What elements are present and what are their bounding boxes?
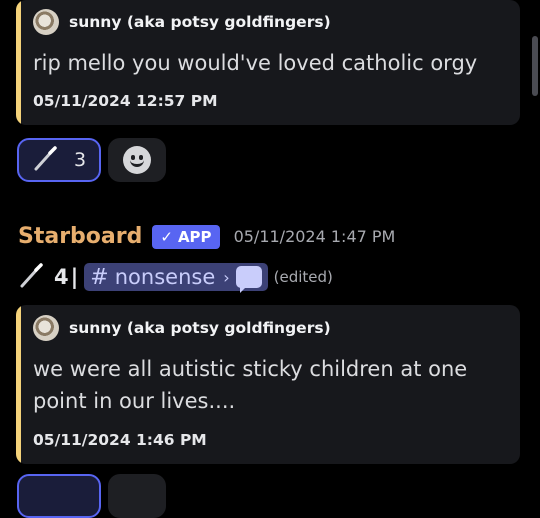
embed-accent-bar [16,0,21,125]
add-reaction-icon [123,146,151,174]
embed-accent-bar [16,305,21,464]
embed-author-name[interactable]: sunny (aka potsy goldfingers) [69,13,331,31]
channel-mention[interactable]: # nonsense › [84,263,268,293]
embed-timestamp: 05/11/2024 12:57 PM [33,92,218,110]
embed-timestamp: 05/11/2024 1:46 PM [33,431,207,449]
separator: | [70,265,79,289]
message-bubble-icon [235,266,262,293]
magic-wand-icon [18,261,46,293]
bot-username[interactable]: Starboard [18,224,142,249]
app-badge: ✓ APP [152,224,220,249]
chevron-right-icon: › [223,267,230,287]
star-count: 4 [54,265,69,289]
embed-author: sunny (aka potsy goldfingers) [33,9,331,35]
bot-message-header: Starboard ✓ APP 05/11/2024 1:47 PM [18,224,395,249]
embed-text: rip mello you would've loved catholic or… [33,51,478,75]
add-reaction-button-partial[interactable] [108,474,166,518]
embed-author: sunny (aka potsy goldfingers) [33,315,331,341]
app-badge-label: APP [177,227,212,246]
edited-label: (edited) [273,268,333,286]
starboard-line: 4 | # nonsense › (edited) [18,261,333,293]
reaction-magic-wand[interactable]: 3 [17,138,101,182]
embed-author-name[interactable]: sunny (aka potsy goldfingers) [69,319,331,337]
channel-hash-icon: # [90,264,109,290]
scrollbar-thumb[interactable] [532,36,538,96]
check-icon: ✓ [160,227,173,246]
embed-card-2: sunny (aka potsy goldfingers) we were al… [16,305,520,464]
bot-message-timestamp[interactable]: 05/11/2024 1:47 PM [234,227,396,246]
add-reaction-button[interactable] [108,138,166,182]
avatar[interactable] [33,315,59,341]
channel-name: nonsense [114,265,216,289]
reaction-count: 3 [73,149,87,171]
magic-wand-icon [32,144,60,176]
embed-card-1: sunny (aka potsy goldfingers) rip mello … [16,0,520,125]
avatar[interactable] [33,9,59,35]
embed-text: we were all autistic sticky children at … [33,357,468,413]
reaction-magic-wand-partial[interactable] [17,474,101,518]
